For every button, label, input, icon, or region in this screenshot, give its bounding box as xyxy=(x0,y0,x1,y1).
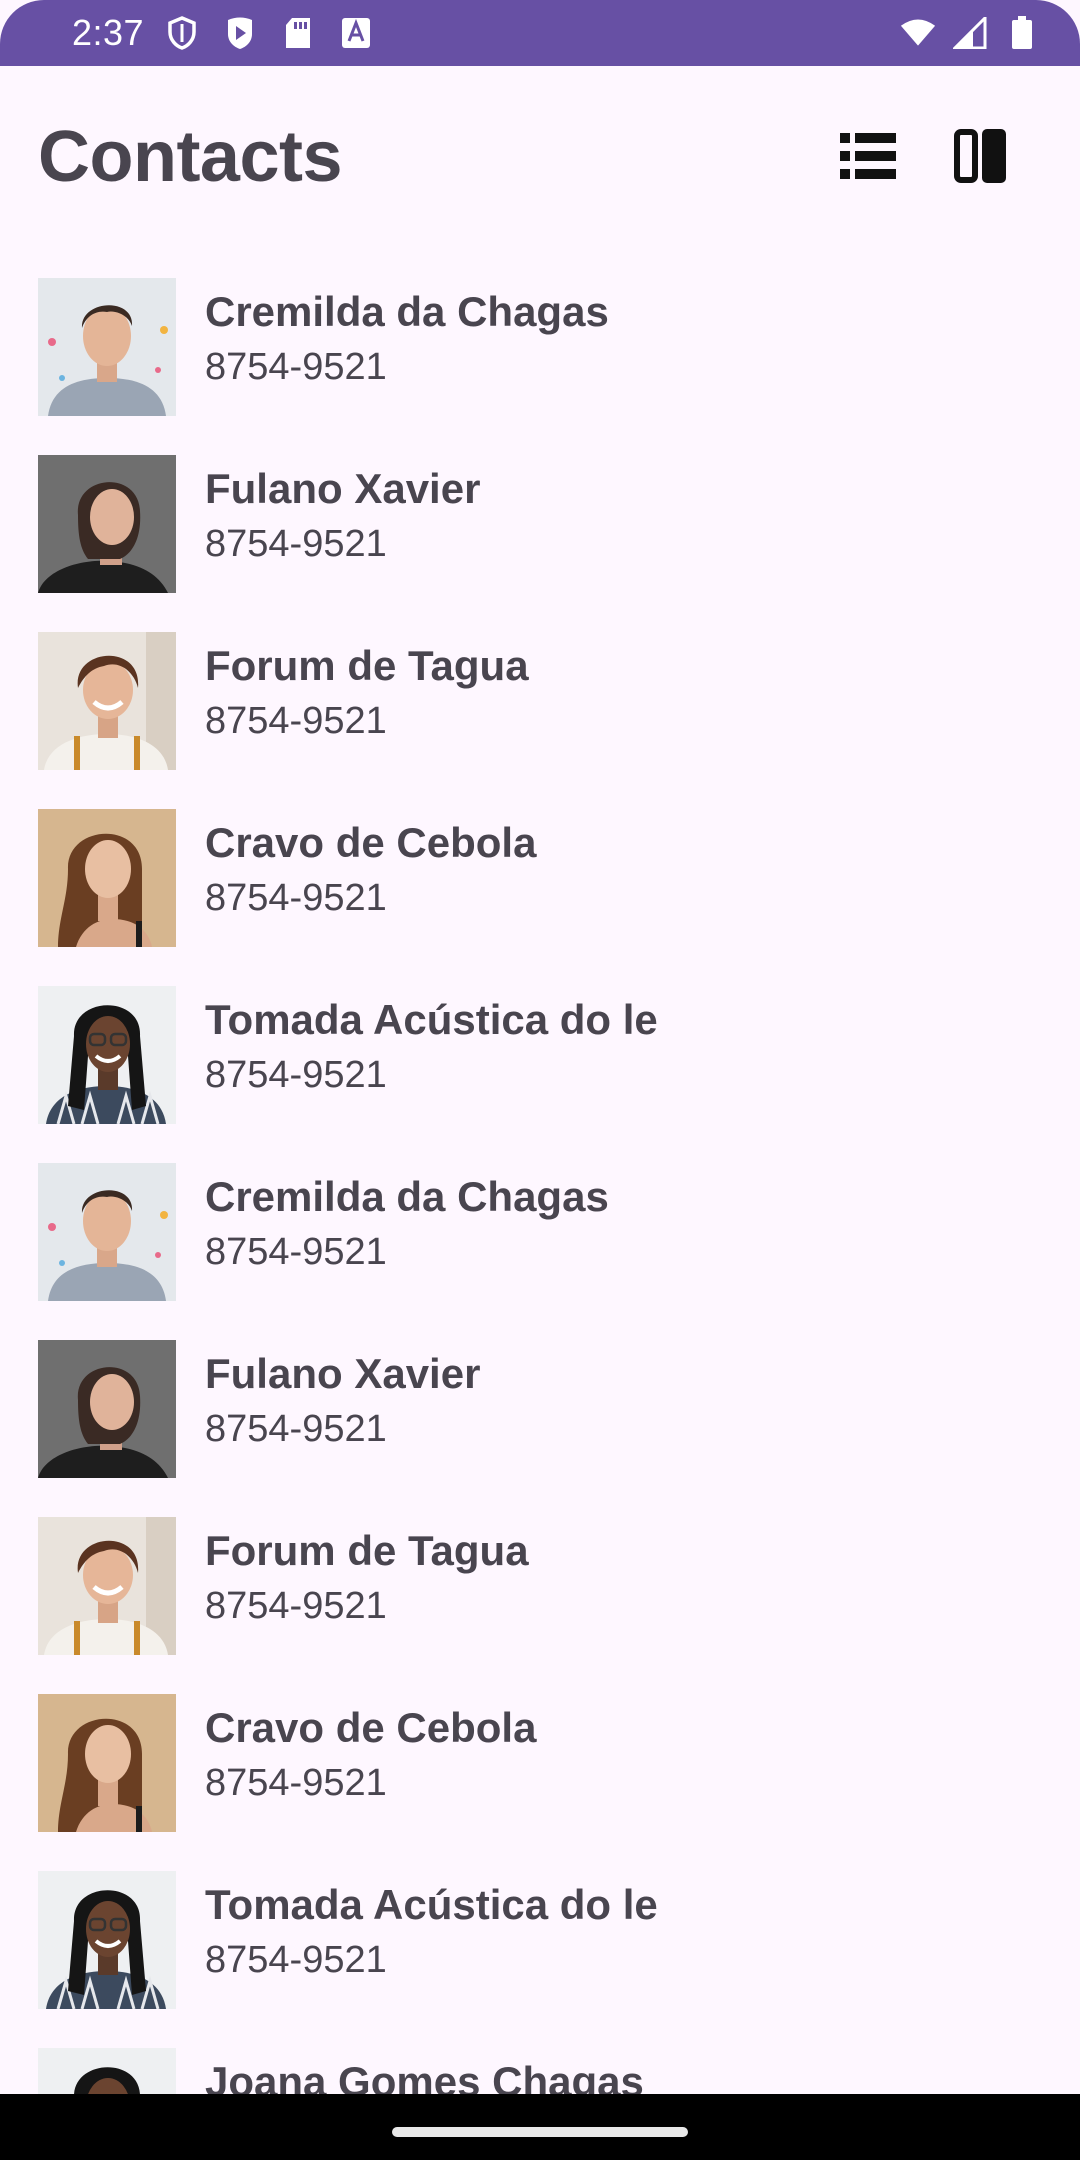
page-title: Contacts xyxy=(38,117,343,197)
contact-list-item[interactable]: Forum de Tagua 8754-9521 xyxy=(0,1517,1080,1694)
contact-text: Joana Gomes Chagas xyxy=(205,2048,644,2094)
woman-long-hair-avatar xyxy=(38,1694,176,1832)
play-store-icon xyxy=(222,15,258,51)
young-man-avatar xyxy=(38,278,176,416)
young-man-avatar xyxy=(38,1163,176,1301)
contact-list-item[interactable]: Cravo de Cebola 8754-9521 xyxy=(0,809,1080,986)
contact-list-item[interactable]: Cremilda da Chagas 8754-9521 xyxy=(0,278,1080,455)
contact-name: Fulano Xavier xyxy=(205,465,481,512)
contact-list-item[interactable]: Cremilda da Chagas 8754-9521 xyxy=(0,1163,1080,1340)
navigation-bar xyxy=(0,2094,1080,2160)
contact-list-item[interactable]: Fulano Xavier 8754-9521 xyxy=(0,455,1080,632)
split-view-icon xyxy=(954,129,1006,183)
woman-braids-glasses-avatar xyxy=(38,1871,176,2009)
contact-text: Cremilda da Chagas 8754-9521 xyxy=(205,1163,609,1279)
contacts-screen: 2:37 Contacts Cremilda da Chagas 8754-95… xyxy=(0,0,1080,2160)
woman-braids-glasses-avatar xyxy=(38,986,176,1124)
battery-icon xyxy=(1004,15,1040,51)
contact-text: Fulano Xavier 8754-9521 xyxy=(205,455,480,571)
contact-name: Forum de Tagua xyxy=(205,1527,529,1574)
contact-text: Forum de Tagua 8754-9521 xyxy=(205,1517,529,1633)
contact-text: Fulano Xavier 8754-9521 xyxy=(205,1340,480,1456)
woman-long-hair-avatar xyxy=(38,809,176,947)
contact-list-item[interactable]: Cravo de Cebola 8754-9521 xyxy=(0,1694,1080,1871)
contact-phone: 8754-9521 xyxy=(205,700,387,742)
contact-name: Tomada Acústica do le xyxy=(205,1881,658,1928)
contact-list-item[interactable]: Joana Gomes Chagas xyxy=(0,2048,1080,2094)
list-view-icon xyxy=(840,133,896,179)
contact-phone: 8754-9521 xyxy=(205,1408,387,1450)
woman-braids-glasses-avatar xyxy=(38,2048,176,2094)
contact-name: Cravo de Cebola xyxy=(205,1704,537,1751)
cell-signal-icon xyxy=(952,15,988,51)
contact-phone: 8754-9521 xyxy=(205,877,387,919)
contact-text: Forum de Tagua 8754-9521 xyxy=(205,632,529,748)
contact-name: Cravo de Cebola xyxy=(205,819,537,866)
contact-text: Tomada Acústica do le 8754-9521 xyxy=(205,986,658,1102)
contact-phone: 8754-9521 xyxy=(205,1939,387,1981)
sd-card-icon xyxy=(280,15,316,51)
smiling-woman-short-hair-avatar xyxy=(38,1517,176,1655)
contact-phone: 8754-9521 xyxy=(205,1231,387,1273)
home-handle[interactable] xyxy=(392,2127,688,2137)
contact-list-item[interactable]: Tomada Acústica do le 8754-9521 xyxy=(0,1871,1080,2048)
contact-name: Forum de Tagua xyxy=(205,642,529,689)
contact-list-item[interactable]: Tomada Acústica do le 8754-9521 xyxy=(0,986,1080,1163)
status-bar: 2:37 xyxy=(0,0,1080,66)
contact-text: Cremilda da Chagas 8754-9521 xyxy=(205,278,609,394)
contact-phone: 8754-9521 xyxy=(205,346,387,388)
contact-phone: 8754-9521 xyxy=(205,1585,387,1627)
contact-list[interactable]: Cremilda da Chagas 8754-9521 Fulano Xavier… xyxy=(0,278,1080,2094)
contact-name: Cremilda da Chagas xyxy=(205,1173,609,1220)
contact-name: Joana Gomes Chagas xyxy=(205,2058,644,2094)
contact-text: Tomada Acústica do le 8754-9521 xyxy=(205,1871,658,1987)
contact-phone: 8754-9521 xyxy=(205,1054,387,1096)
list-view-button[interactable] xyxy=(838,126,898,186)
header-actions xyxy=(838,126,1010,186)
contact-list-item[interactable]: Fulano Xavier 8754-9521 xyxy=(0,1340,1080,1517)
contact-text: Cravo de Cebola 8754-9521 xyxy=(205,809,536,925)
shield-icon xyxy=(164,15,200,51)
contact-list-item[interactable]: Forum de Tagua 8754-9521 xyxy=(0,632,1080,809)
contact-name: Tomada Acústica do le xyxy=(205,996,658,1043)
contact-phone: 8754-9521 xyxy=(205,523,387,565)
status-icons-left xyxy=(164,15,374,51)
wifi-icon xyxy=(900,15,936,51)
contact-name: Fulano Xavier xyxy=(205,1350,481,1397)
woman-dark-background-avatar xyxy=(38,1340,176,1478)
contact-text: Cravo de Cebola 8754-9521 xyxy=(205,1694,536,1810)
split-view-button[interactable] xyxy=(950,126,1010,186)
contact-phone: 8754-9521 xyxy=(205,1762,387,1804)
status-icons-right xyxy=(900,15,1040,51)
contact-name: Cremilda da Chagas xyxy=(205,288,609,335)
smiling-woman-short-hair-avatar xyxy=(38,632,176,770)
top-app-bar: Contacts xyxy=(0,66,1080,246)
woman-dark-background-avatar xyxy=(38,455,176,593)
status-time: 2:37 xyxy=(72,12,145,53)
text-a-icon xyxy=(338,15,374,51)
